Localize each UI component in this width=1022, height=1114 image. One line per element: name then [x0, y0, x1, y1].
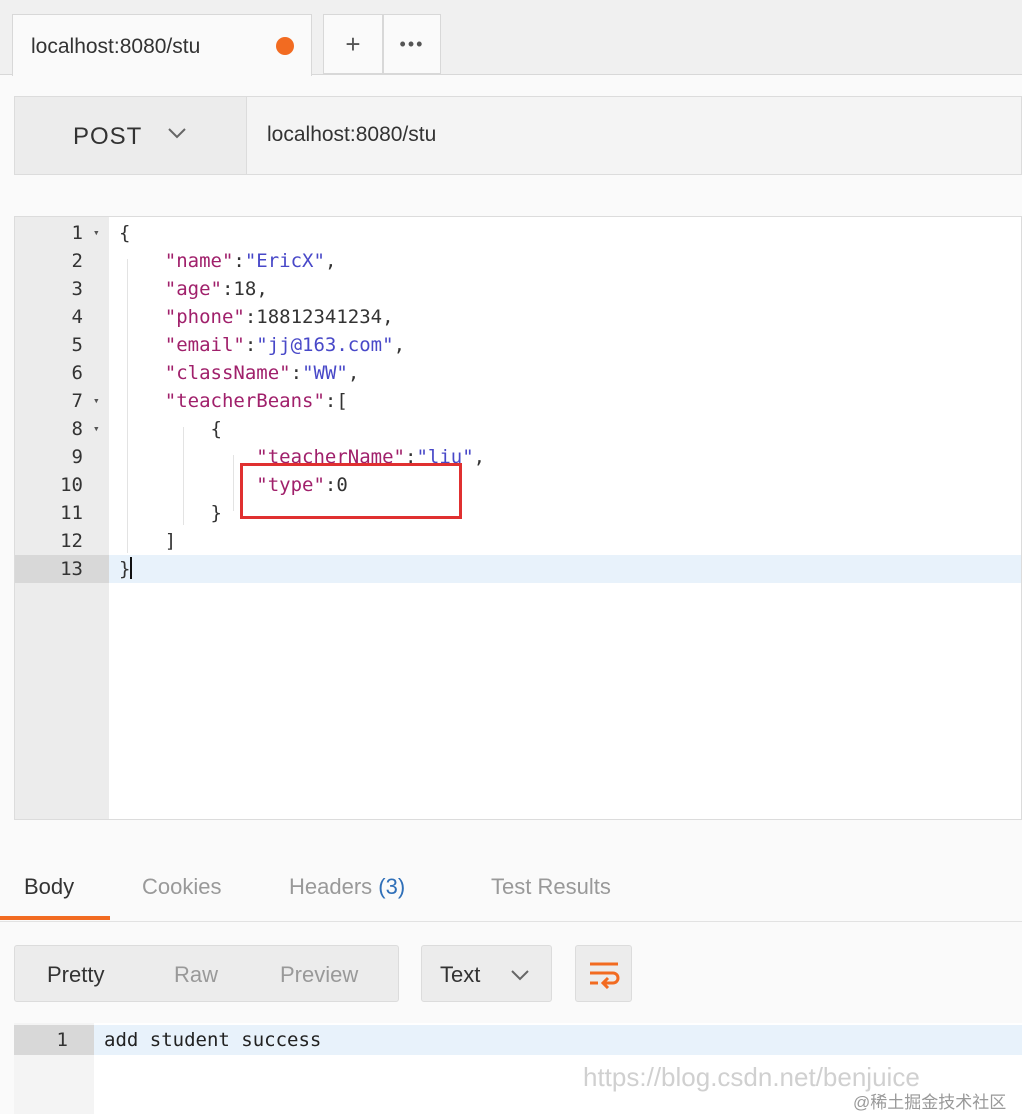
fold-arrow-icon[interactable]: ▾ [93, 219, 100, 247]
code-line-active: 13 } [15, 555, 1021, 583]
code-line: 1 ▾ { [15, 219, 1021, 247]
format-label: Text [440, 962, 481, 987]
tab-test-results[interactable]: Test Results [491, 874, 611, 900]
text-cursor [130, 557, 133, 579]
method-select[interactable]: POST [15, 97, 247, 174]
code-line: 4 "phone":18812341234, [15, 303, 1021, 331]
ellipsis-icon: ••• [399, 33, 425, 54]
wrap-lines-button[interactable] [575, 945, 632, 1002]
method-label: POST [73, 123, 143, 150]
code-line: 10 "type":0 [15, 471, 1021, 499]
url-bar: POST localhost:8080/stu [14, 96, 1022, 175]
line-number: 4 [71, 306, 83, 328]
response-line: 1 add student success [14, 1025, 1022, 1055]
watermark-credit: @稀土掘金技术社区 [853, 1093, 1007, 1112]
line-number: 13 [15, 555, 109, 583]
code-line: 12 ] [15, 527, 1021, 555]
code-line: 11 } [15, 499, 1021, 527]
fold-arrow-icon[interactable]: ▾ [93, 387, 100, 415]
raw-button[interactable]: Raw [174, 962, 218, 988]
new-tab-button[interactable]: + [323, 14, 383, 74]
code-line: 7 ▾ "teacherBeans":[ [15, 387, 1021, 415]
pretty-button[interactable]: Pretty [47, 962, 104, 988]
line-number: 5 [71, 334, 83, 356]
annotation-highlight-box [240, 463, 462, 519]
unsaved-dot-icon [276, 37, 294, 55]
response-tabs: Body Cookies Headers (3) Test Results [0, 852, 1022, 922]
more-tabs-button[interactable]: ••• [383, 14, 441, 74]
active-tab-indicator [0, 916, 110, 920]
line-number: 2 [71, 250, 83, 272]
code-line: 6 "className":"WW", [15, 359, 1021, 387]
line-number: 9 [71, 446, 83, 468]
code-line: 3 "age":18, [15, 275, 1021, 303]
code-line: 9 "teacherName":"liu", [15, 443, 1021, 471]
preview-button[interactable]: Preview [280, 962, 358, 988]
tab-cookies[interactable]: Cookies [142, 874, 221, 900]
code-line: 2 "name":"EricX", [15, 247, 1021, 275]
headers-count-badge: (3) [378, 874, 406, 899]
code-line: 5 "email":"jj@163.com", [15, 331, 1021, 359]
request-tab[interactable]: localhost:8080/stu [12, 14, 312, 76]
response-text: add student success [104, 1029, 322, 1051]
url-input[interactable]: localhost:8080/stu [267, 123, 436, 147]
tab-headers-label: Headers [289, 874, 373, 899]
request-tab-label: localhost:8080/stu [31, 35, 201, 58]
line-number: 10 [60, 474, 83, 496]
tab-bar: localhost:8080/stu + ••• [0, 0, 1022, 76]
line-number: 1 [14, 1025, 94, 1055]
tab-headers[interactable]: Headers (3) [289, 874, 405, 900]
wrap-lines-icon [589, 962, 619, 989]
code-line: 8 ▾ { [15, 415, 1021, 443]
line-number: 3 [71, 278, 83, 300]
request-body-editor[interactable]: 1 ▾ { 2 "name":"EricX", 3 "age":18, 4 "p… [14, 216, 1022, 820]
fold-arrow-icon[interactable]: ▾ [93, 415, 100, 443]
line-number: 12 [60, 530, 83, 552]
line-number: 6 [71, 362, 83, 384]
tab-body[interactable]: Body [24, 874, 74, 900]
view-mode-group: Pretty Raw Preview [14, 945, 399, 1002]
chevron-down-icon [168, 128, 186, 139]
format-select[interactable]: Text [421, 945, 552, 1002]
plus-icon: + [345, 28, 361, 59]
chevron-down-icon [511, 970, 529, 981]
line-number: 11 [60, 502, 83, 524]
